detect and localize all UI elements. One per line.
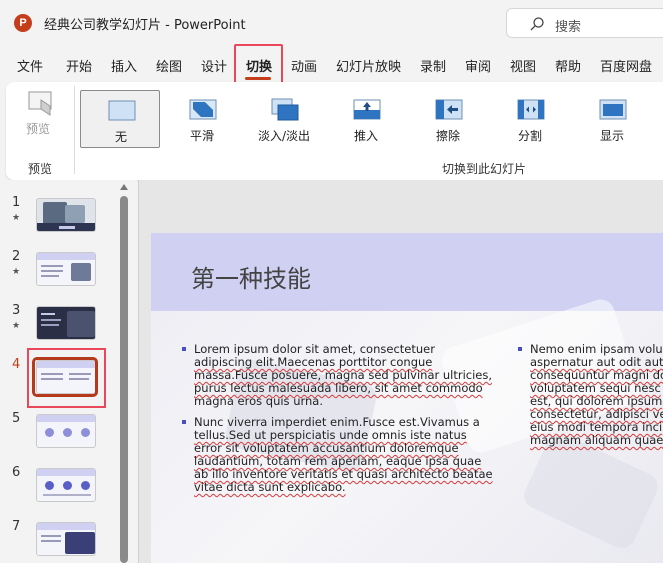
transition-label: 擦除 (435, 129, 460, 143)
preview-button[interactable]: 预览 (20, 90, 60, 138)
slide-thumbnail-5[interactable] (36, 414, 96, 448)
slide-number: 5 (12, 411, 21, 426)
slide-number: 1 (12, 195, 21, 210)
preview-icon (28, 91, 52, 116)
tab-animations[interactable]: 动画 (291, 56, 317, 75)
slide-number: 2 (12, 249, 21, 264)
slide-thumbnail-1[interactable] (36, 198, 96, 232)
search-input[interactable]: 搜索 (506, 8, 663, 38)
transition-split[interactable]: 分割 (490, 90, 570, 148)
wipe-transition-icon (435, 99, 463, 120)
slide-text-left-column[interactable]: Lorem ipsum dolor sit amet, consectetuer… (182, 343, 493, 502)
tab-help[interactable]: 帮助 (555, 56, 581, 75)
preview-label: 预览 (26, 122, 51, 136)
morph-transition-icon (189, 99, 217, 120)
slide-text-right-column[interactable]: Nemo enim ipsam volu aspernatur aut odit… (518, 343, 663, 453)
slide-title[interactable]: 第一种技能 (191, 259, 311, 294)
bullet-paragraph-2: Nunc viverra imperdiet enim.Fusce est.Vi… (182, 416, 493, 494)
transition-label: 显示 (599, 129, 624, 143)
ribbon-panel: 预览 预览 无 平滑 淡入/淡出 推入 擦除 分割 显示 切换到此幻灯片 (6, 82, 663, 180)
ribbon-divider (74, 86, 75, 174)
slide-thumbnail-6[interactable] (36, 468, 96, 502)
bullet-paragraph-1: Lorem ipsum dolor sit amet, consectetuer… (182, 343, 493, 408)
slide-number: 7 (12, 519, 21, 534)
transition-label: 淡入/淡出 (257, 129, 311, 143)
tab-view[interactable]: 视图 (510, 56, 536, 75)
slide-thumbnail-3[interactable] (36, 306, 96, 340)
transition-fade[interactable]: 淡入/淡出 (244, 90, 324, 148)
tab-slideshow[interactable]: 幻灯片放映 (336, 56, 401, 75)
title-bar: P 经典公司教学幻灯片 - PowerPoint 搜索 (0, 0, 663, 46)
tab-draw[interactable]: 绘图 (156, 56, 182, 75)
thumbnail-highlight-box (27, 348, 106, 408)
thumbnail-scrollbar[interactable] (120, 196, 128, 563)
transition-label: 平滑 (189, 129, 214, 143)
push-transition-icon (353, 99, 381, 120)
preview-group-label: 预览 (28, 162, 53, 176)
ribbon-tabs: 文件 开始 插入 绘图 设计 切换 动画 幻灯片放映 录制 审阅 视图 帮助 百… (0, 46, 663, 82)
transition-wipe[interactable]: 擦除 (408, 90, 488, 148)
powerpoint-logo-icon: P (14, 14, 32, 32)
transition-label: 分割 (517, 129, 542, 143)
slide-number: 4 (12, 357, 21, 372)
tab-review[interactable]: 审阅 (465, 56, 491, 75)
transition-reveal[interactable]: 显示 (572, 90, 652, 148)
slide-thumbnail-2[interactable] (36, 252, 96, 286)
bullet-paragraph-3: Nemo enim ipsam volu aspernatur aut odit… (518, 343, 663, 447)
slide-transition-star-icon: ★ (12, 321, 21, 331)
transition-none[interactable]: 无 (80, 90, 160, 148)
tab-baidu-netdisk[interactable]: 百度网盘 (600, 56, 652, 75)
slide-number: 6 (12, 465, 21, 480)
transitions-group-label: 切换到此幻灯片 (442, 162, 527, 176)
transition-morph[interactable]: 平滑 (162, 90, 242, 148)
reveal-transition-icon (599, 99, 627, 120)
slide-transition-star-icon: ★ (12, 213, 21, 223)
transition-push[interactable]: 推入 (326, 90, 406, 148)
tab-home[interactable]: 开始 (66, 56, 92, 75)
transition-label: 推入 (353, 129, 378, 143)
tab-file[interactable]: 文件 (17, 56, 43, 75)
split-transition-icon (517, 99, 545, 120)
tab-design[interactable]: 设计 (201, 56, 227, 75)
slide-thumbnail-7[interactable] (36, 522, 96, 556)
fade-transition-icon (271, 98, 299, 121)
slide-transition-star-icon: ★ (12, 267, 21, 277)
search-placeholder: 搜索 (555, 20, 582, 35)
window-title: 经典公司教学幻灯片 - PowerPoint (44, 18, 246, 33)
tab-record[interactable]: 录制 (420, 56, 446, 75)
none-transition-icon (108, 100, 136, 121)
tab-insert[interactable]: 插入 (111, 56, 137, 75)
transition-label: 无 (114, 130, 127, 144)
slide-number: 3 (12, 303, 21, 318)
search-icon (530, 17, 544, 31)
scroll-up-arrow-icon[interactable] (120, 184, 128, 190)
